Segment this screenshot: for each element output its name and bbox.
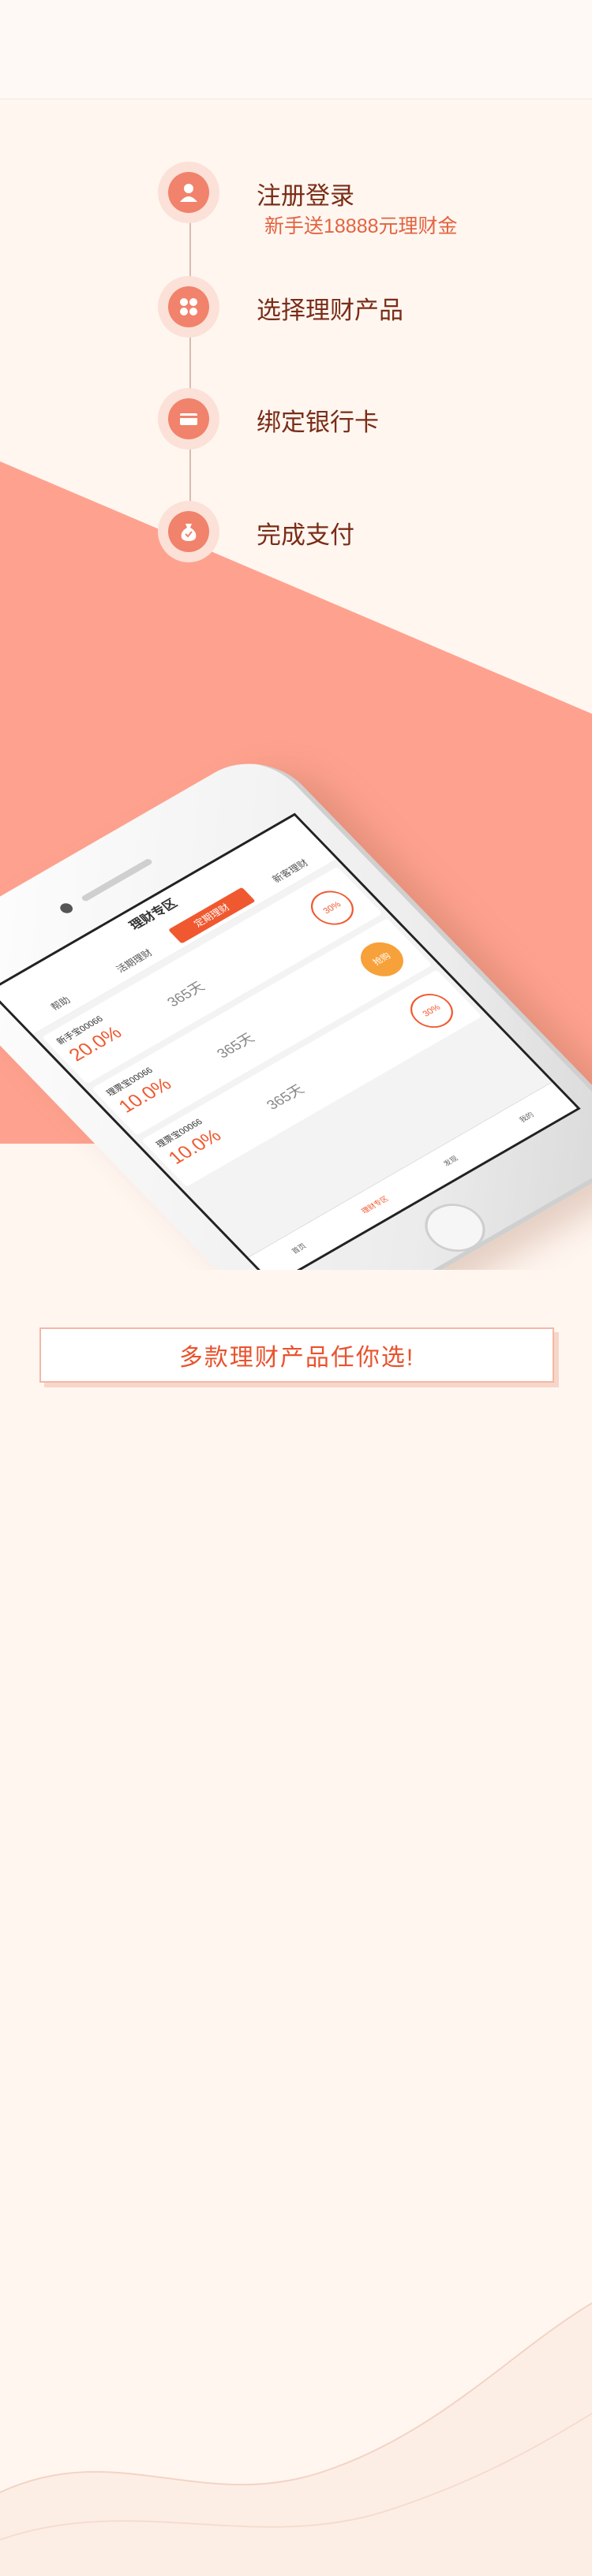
phone-mockup: 理财专区 帮助 活期理财 定期理财 新客理财 新手宝00066 20.0% 36… — [0, 702, 592, 1270]
step-title: 完成支付 — [257, 521, 354, 549]
bank-card-icon — [168, 398, 209, 439]
step-title: 选择理财产品 — [257, 297, 403, 324]
step-complete-payment: 完成支付 — [158, 501, 553, 564]
speaker-grille — [80, 857, 154, 902]
footer-tab-mine[interactable]: 我的 — [476, 1082, 577, 1152]
step-register: 注册登录 新手送18888元理财金 — [158, 162, 553, 237]
step-circle — [158, 276, 219, 338]
step-title: 绑定银行卡 — [257, 409, 379, 436]
step-choose-product: 选择理财产品 — [158, 276, 553, 339]
user-icon — [168, 172, 209, 213]
steps-connector — [189, 193, 191, 532]
grid-icon — [168, 286, 209, 327]
promo-banner: 多款理财产品任你选! — [39, 1327, 554, 1383]
product-days: 365天 — [263, 1081, 308, 1113]
phone-body: 理财专区 帮助 活期理财 定期理财 新客理财 新手宝00066 20.0% 36… — [0, 745, 592, 1270]
money-bag-icon — [168, 511, 209, 552]
step-title: 注册登录 — [257, 182, 354, 210]
step-circle — [158, 162, 219, 223]
step-circle — [158, 501, 219, 562]
phone-screen: 理财专区 帮助 活期理财 定期理财 新客理财 新手宝00066 20.0% 36… — [0, 812, 581, 1270]
product-days: 365天 — [213, 1030, 258, 1062]
home-button — [412, 1194, 498, 1261]
product-days: 365天 — [163, 979, 208, 1010]
step-circle — [158, 388, 219, 450]
decorative-waves — [0, 2302, 592, 2576]
background-wedge — [0, 461, 592, 1144]
step-bind-card: 绑定银行卡 — [158, 388, 553, 451]
progress-ring: 30% — [401, 987, 462, 1035]
progress-ring: 30% — [302, 884, 362, 931]
step-subtitle: 新手送18888元理财金 — [264, 215, 458, 237]
camera-icon — [58, 901, 76, 916]
buy-badge[interactable]: 抢购 — [351, 935, 412, 984]
